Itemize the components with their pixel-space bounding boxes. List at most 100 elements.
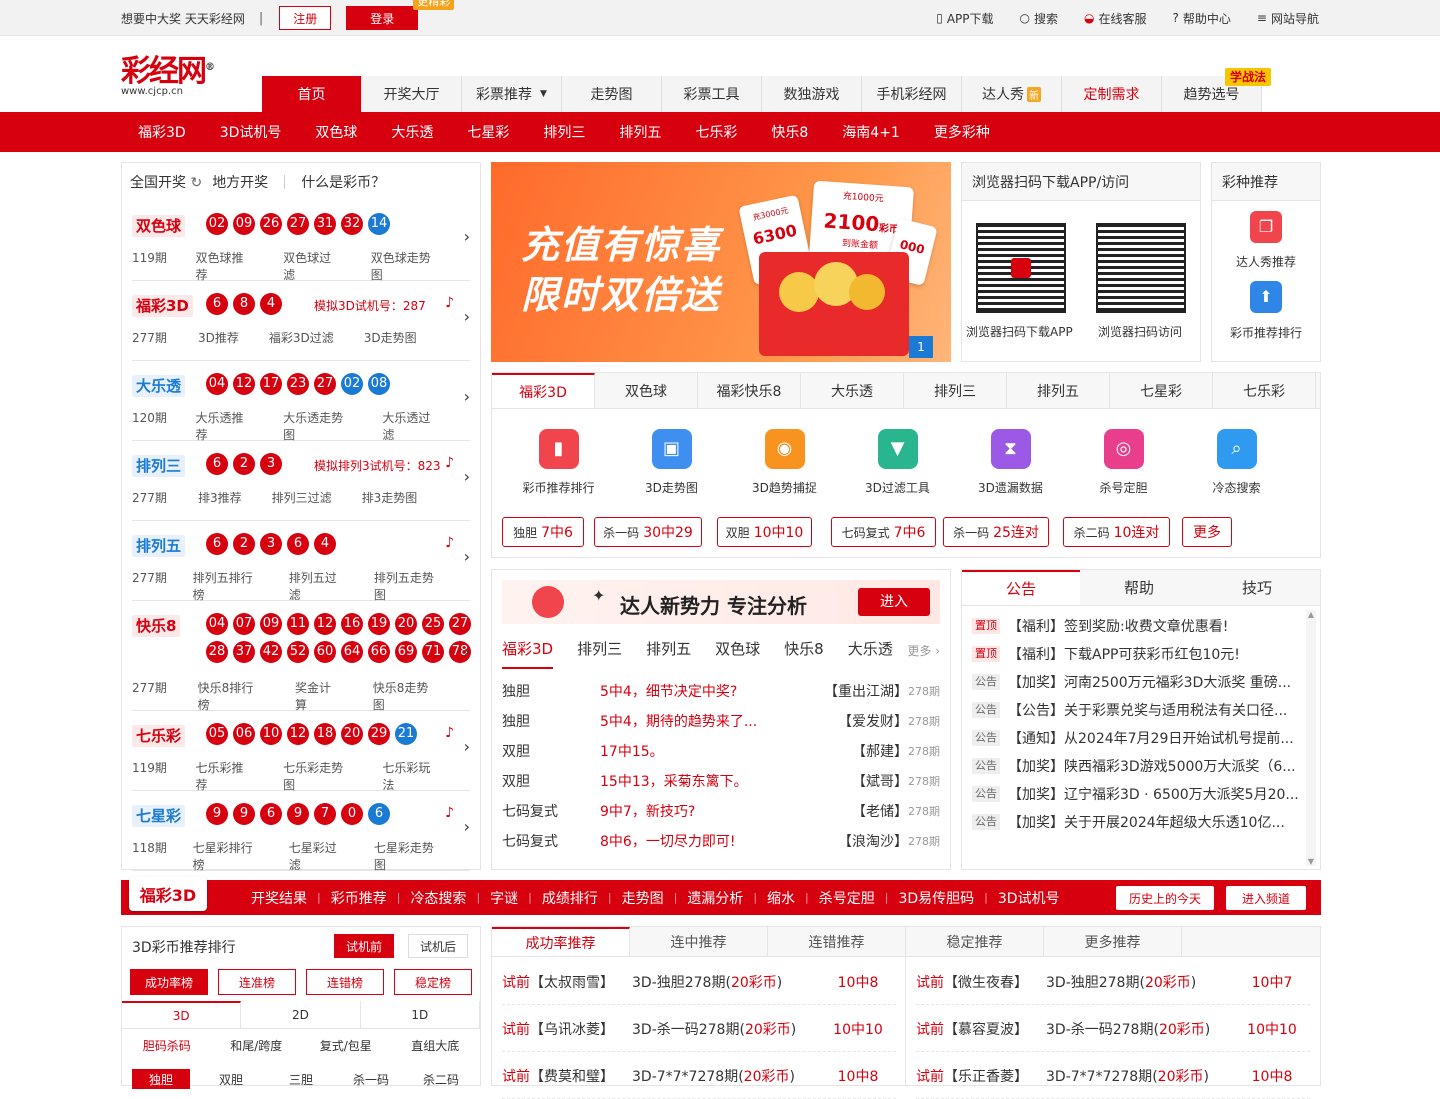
stat-chip[interactable]: 七码复式 7中6: [831, 517, 936, 547]
expert-text[interactable]: 5中4，细节决定中奖?: [600, 681, 820, 701]
sub-tab[interactable]: 双胆: [202, 1069, 260, 1089]
lottery-link[interactable]: 福彩3D过滤: [269, 329, 334, 346]
expert-enter-button[interactable]: 进入: [858, 588, 930, 616]
expert-tab[interactable]: 双色球: [715, 638, 760, 669]
channel-link[interactable]: 开奖结果: [241, 888, 317, 908]
notice-text[interactable]: 【福利】签到奖励:收费文章优惠看!: [1008, 616, 1228, 636]
lottery-link[interactable]: 排列五排行榜: [193, 569, 259, 603]
notice-tab[interactable]: 公告: [962, 570, 1080, 605]
site-logo[interactable]: 彩经网® www.cjcp.cn: [121, 46, 221, 104]
method-tab[interactable]: 复式/包星: [301, 1037, 391, 1054]
expert-text[interactable]: 5中4，期待的趋势来了...: [600, 711, 820, 731]
channel-link[interactable]: 彩币推荐: [321, 888, 397, 908]
before-test-button[interactable]: 试机前: [334, 934, 394, 958]
lottery-link[interactable]: 3D推荐: [198, 329, 239, 346]
lottery-name[interactable]: 排列三: [132, 455, 186, 477]
history-today-button[interactable]: 历史上的今天: [1116, 886, 1214, 910]
notice-scrollbar[interactable]: ▲ ▼: [1306, 610, 1316, 866]
chevron-right-icon[interactable]: ›: [464, 642, 470, 661]
bookmark-icon[interactable]: ❐: [1250, 211, 1282, 243]
expert-text[interactable]: 17中15。: [600, 741, 820, 761]
notice-tab[interactable]: 帮助: [1080, 570, 1198, 605]
rank-tab[interactable]: 连错榜: [306, 969, 384, 995]
rec-expert[interactable]: 试前【微生夜春】: [916, 972, 1046, 992]
lottery-name[interactable]: 快乐8: [132, 615, 181, 637]
lottery-link[interactable]: 七乐彩走势图: [283, 759, 352, 793]
expert-tab[interactable]: 排列五: [646, 638, 691, 669]
notice-tab[interactable]: 技巧: [1198, 570, 1316, 605]
rec-expert[interactable]: 试前【太叔雨雪】: [502, 972, 632, 992]
chevron-right-icon[interactable]: ›: [464, 467, 470, 486]
expert-tab[interactable]: 福彩3D: [502, 638, 554, 669]
lottery-link[interactable]: 3D走势图: [364, 329, 417, 346]
subnav-item[interactable]: 3D试机号: [203, 122, 299, 142]
lottery-link[interactable]: 排列三过滤: [272, 489, 332, 506]
rec-expert[interactable]: 试前【乌讯冰菱】: [502, 1019, 632, 1039]
lottery-link[interactable]: 七星彩走势图: [374, 839, 440, 873]
bell-icon[interactable]: ♪: [445, 725, 454, 741]
lottery-link[interactable]: 双色球推荐: [195, 249, 253, 283]
nav-custom[interactable]: 定制需求: [1062, 76, 1162, 112]
subnav-item[interactable]: 更多彩种: [917, 122, 1007, 142]
chevron-right-icon[interactable]: ›: [464, 737, 470, 756]
chevron-right-icon[interactable]: ›: [464, 817, 470, 836]
nav-draw-hall[interactable]: 开奖大厅: [362, 76, 462, 112]
notice-text[interactable]: 【福利】下载APP可获彩币红包10元!: [1008, 644, 1240, 664]
lottery-link[interactable]: 大乐透过滤: [382, 409, 440, 443]
help-center-link[interactable]: ? 帮助中心: [1173, 10, 1231, 27]
lottery-link[interactable]: 七乐彩玩法: [382, 759, 440, 793]
stat-chip[interactable]: 更多: [1182, 517, 1232, 547]
app-download-link[interactable]: ▯ APP下载: [936, 10, 993, 27]
lottery-link[interactable]: 排3推荐: [198, 489, 242, 506]
tab-local[interactable]: 地方开奖: [212, 172, 268, 192]
rank-tab[interactable]: 成功率榜: [130, 969, 208, 995]
upload-icon[interactable]: ⬆: [1250, 281, 1282, 313]
rec-row[interactable]: 试前【乌讯冰菱】 3D-杀一码278期(20彩币) 10中10: [502, 1006, 896, 1052]
site-nav-link[interactable]: ≡ 网站导航: [1257, 10, 1319, 27]
tool-item[interactable]: ▮ 彩币推荐排行: [502, 429, 615, 496]
expert-author[interactable]: 【郝建】: [820, 741, 908, 761]
rec-row[interactable]: 试前【费莫和璧】 3D-7*7*7278期(20彩币) 10中8: [502, 1053, 896, 1099]
bell-icon[interactable]: ♪: [445, 295, 454, 311]
lottery-link[interactable]: 排列五走势图: [374, 569, 440, 603]
nav-expert-show[interactable]: 达人秀新: [962, 76, 1062, 112]
expert-more-link[interactable]: 更多 ›: [907, 642, 940, 659]
notice-row[interactable]: 置顶 【福利】签到奖励:收费文章优惠看!: [972, 612, 1302, 640]
stat-chip[interactable]: 杀二码 10连对: [1063, 517, 1170, 547]
tool-item[interactable]: ⧗ 3D遗漏数据: [954, 429, 1067, 496]
lottery-name[interactable]: 七乐彩: [132, 725, 186, 747]
lottery-link[interactable]: 排3走势图: [362, 489, 418, 506]
dimension-tab[interactable]: 1D: [361, 1001, 480, 1028]
subnav-item[interactable]: 七乐彩: [678, 122, 754, 142]
rec-tab[interactable]: 更多推荐: [1044, 927, 1182, 956]
channel-link[interactable]: 遗漏分析: [677, 888, 753, 908]
rec-expert[interactable]: 试前【乐正香菱】: [916, 1066, 1046, 1086]
channel-link[interactable]: 杀号定胆: [809, 888, 885, 908]
subnav-item[interactable]: 海南4+1: [825, 122, 917, 142]
simulated-test-number[interactable]: 模拟排列3试机号：823: [314, 457, 441, 474]
tool-item[interactable]: ◎ 杀号定胆: [1067, 429, 1180, 496]
subnav-item[interactable]: 双色球: [298, 122, 374, 142]
subnav-item[interactable]: 七星彩: [450, 122, 526, 142]
lottery-name[interactable]: 大乐透: [132, 375, 186, 397]
tool-tab[interactable]: 双色球: [595, 373, 698, 408]
channel-link[interactable]: 3D易传胆码: [888, 888, 984, 908]
recommend-coin-rank[interactable]: 彩币推荐排行: [1212, 324, 1320, 341]
stat-chip[interactable]: 杀一码 30中29: [594, 517, 702, 547]
tool-tab[interactable]: 排列五: [1007, 373, 1110, 408]
nav-mobile[interactable]: 手机彩经网: [862, 76, 962, 112]
lottery-link[interactable]: 七星彩过滤: [289, 839, 344, 873]
rank-tab[interactable]: 稳定榜: [394, 969, 472, 995]
refresh-icon[interactable]: ↻: [190, 175, 202, 191]
lottery-link[interactable]: 排列五过滤: [289, 569, 344, 603]
chevron-right-icon[interactable]: ›: [464, 307, 470, 326]
dimension-tab[interactable]: 2D: [241, 1001, 361, 1028]
lottery-link[interactable]: 双色球过滤: [283, 249, 341, 283]
subnav-item[interactable]: 快乐8: [754, 122, 825, 142]
notice-row[interactable]: 公告 【加奖】辽宁福彩3D · 6500万大派奖5月20...: [972, 780, 1302, 808]
method-tab[interactable]: 直组大底: [391, 1037, 481, 1054]
nav-tools[interactable]: 彩票工具: [662, 76, 762, 112]
sub-tab[interactable]: 三胆: [272, 1069, 330, 1089]
expert-author[interactable]: 【斌哥】: [820, 771, 908, 791]
expert-text[interactable]: 15中13，采菊东篱下。: [600, 771, 820, 791]
